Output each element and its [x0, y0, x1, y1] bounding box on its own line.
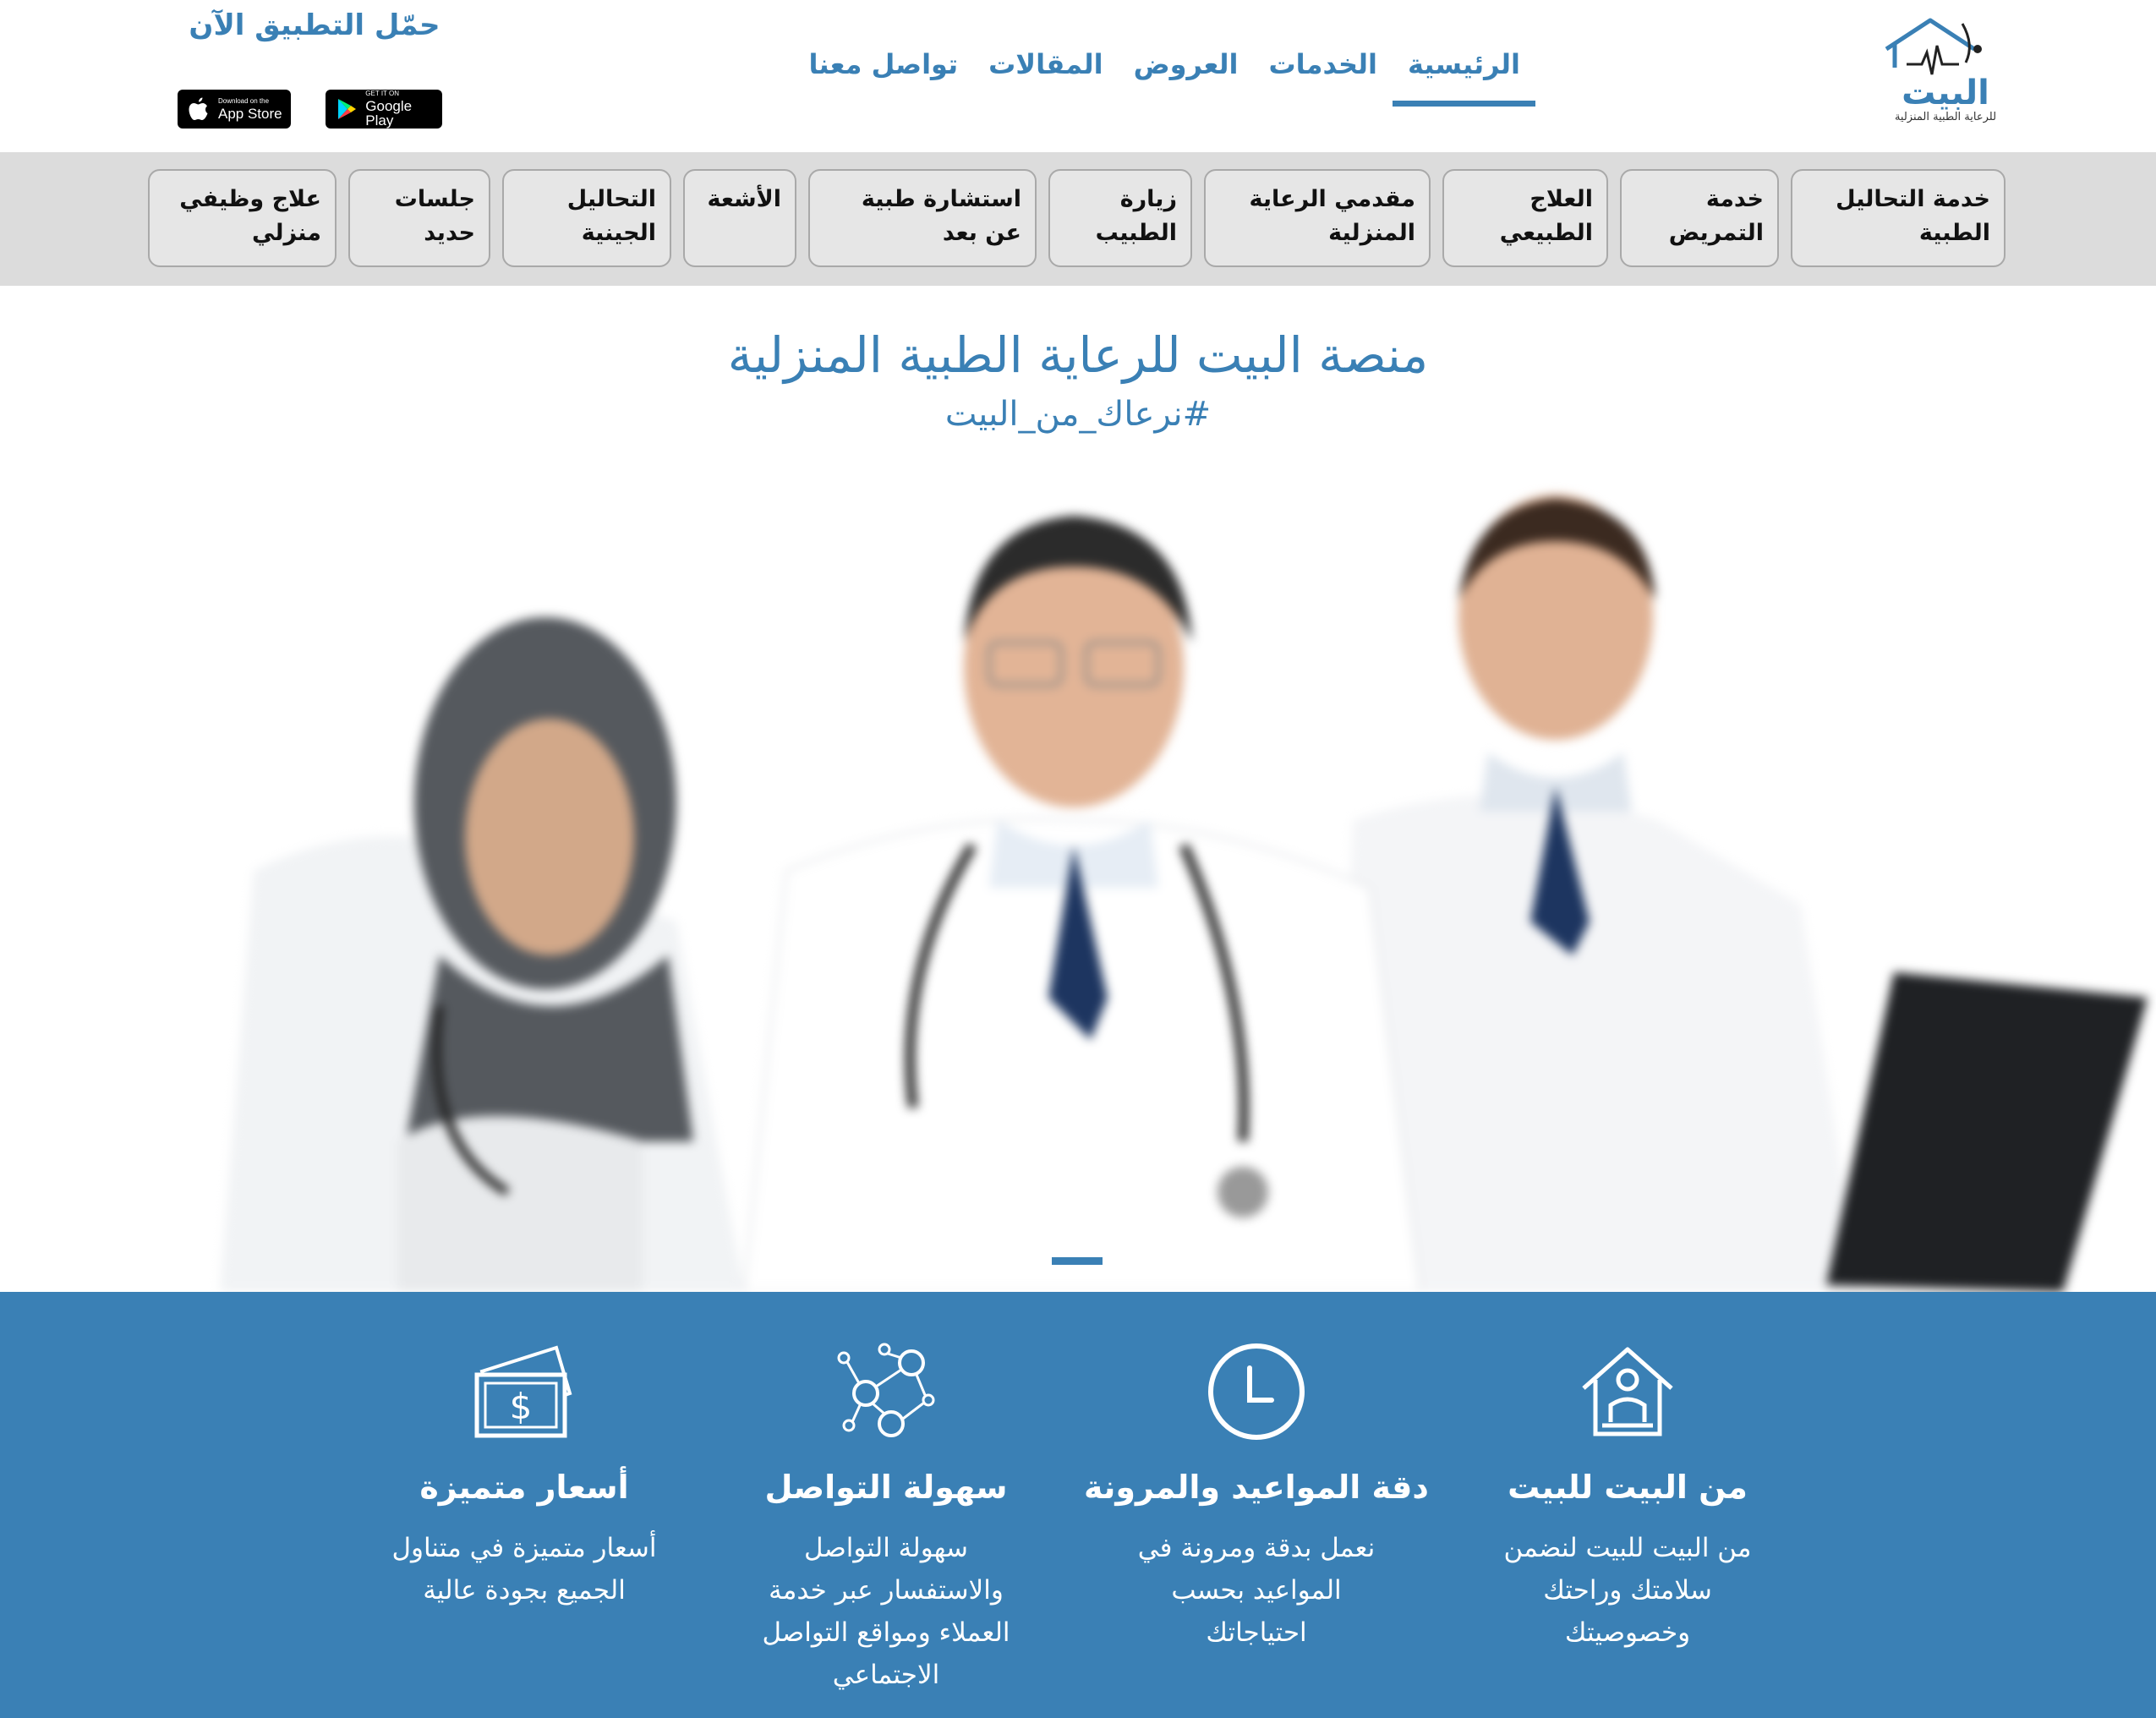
network-people-icon — [837, 1343, 935, 1437]
app-store-small: Download on the — [218, 96, 270, 105]
logo-name: البيت — [1902, 74, 1989, 112]
service-label: استشارة طبية — [861, 186, 1021, 212]
clock-icon — [1208, 1343, 1305, 1440]
feature-line: سهولة التواصل — [803, 1533, 969, 1563]
feature-description: سهولة التواصل والاستفسار عبر خدمة العملا… — [742, 1527, 1030, 1696]
hero-title: منصة البيت للرعاية الطبية المنزلية — [727, 326, 1429, 384]
house-person-icon — [1582, 1347, 1673, 1436]
google-play-small: GET IT ON — [365, 90, 400, 97]
feature-line: نعمل بدقة ومرونة في — [1137, 1533, 1376, 1563]
service-label: حديد — [424, 220, 475, 246]
feature-line: الجميع بجودة عالية — [423, 1575, 626, 1606]
services-bar: خدمة التحاليل الطبية خدمة التمريض العلاج… — [0, 152, 2156, 286]
service-label: خدمة — [1705, 186, 1764, 212]
service-label: عن بعد — [942, 220, 1021, 246]
feature-line: من البيت للبيت لنضمن — [1503, 1533, 1752, 1563]
google-play-label: Google Play — [365, 98, 413, 129]
feature-description: من البيت للبيت لنضمن سلامتك وراحتك وخصوص… — [1501, 1527, 1754, 1654]
service-iron-sessions[interactable]: جلسات حديد — [348, 169, 490, 267]
service-label: خدمة التحاليل — [1836, 186, 1990, 212]
main-nav: الرئيسية الخدمات العروض المقالات تواصل م… — [786, 47, 1535, 107]
service-label: زيارة — [1119, 186, 1177, 212]
service-label: جلسات — [394, 186, 475, 212]
service-label: منزلي — [252, 220, 321, 246]
service-lab-tests[interactable]: خدمة التحاليل الطبية — [1791, 169, 2006, 267]
house-stethoscope-icon — [1885, 18, 1982, 75]
doctor-female — [220, 617, 744, 1292]
slider-indicator[interactable] — [1052, 1257, 1103, 1265]
service-label: الطبية — [1918, 220, 1990, 246]
svg-text:$: $ — [510, 1386, 533, 1427]
logo-subtitle: للرعاية الطبية المنزلية — [1894, 111, 1997, 123]
nav-articles[interactable]: المقالات — [987, 47, 1104, 107]
nav-services[interactable]: الخدمات — [1267, 47, 1379, 107]
service-occupational-therapy[interactable]: علاج وظيفي منزلي — [148, 169, 337, 267]
service-label: العلاج — [1529, 186, 1593, 212]
feature-line: سلامتك وراحتك — [1543, 1575, 1712, 1606]
service-label: مقدمي الرعاية — [1249, 186, 1415, 212]
feature-line: احتياجاتك — [1206, 1617, 1307, 1648]
hero-hashtag: #نرعاك_من_البيت — [944, 395, 1212, 434]
feature-title: من البيت للبيت — [1508, 1469, 1748, 1506]
service-label: علاج وظيفي — [179, 186, 321, 212]
feature-title: دقة المواعيد والمرونة — [1084, 1469, 1429, 1506]
service-physiotherapy[interactable]: العلاج الطبيعي — [1442, 169, 1608, 267]
site-logo[interactable]: البيت للرعاية الطبية المنزلية — [1873, 15, 2018, 134]
app-store-button[interactable]: Download on the App Store — [178, 90, 291, 129]
service-label: التحاليل — [566, 186, 656, 212]
service-genetic-tests[interactable]: التحاليل الجينية — [502, 169, 671, 267]
service-remote-consultation[interactable]: استشارة طبية عن بعد — [808, 169, 1037, 267]
service-label: الأشعة — [707, 186, 781, 212]
service-nursing[interactable]: خدمة التمريض — [1620, 169, 1779, 267]
feature-line: والاستفسار عبر خدمة — [769, 1575, 1004, 1606]
service-label: الطبيب — [1095, 220, 1177, 246]
apple-icon — [184, 95, 213, 123]
service-radiology[interactable]: الأشعة — [683, 169, 796, 267]
nav-home[interactable]: الرئيسية — [1393, 47, 1535, 107]
service-home-caregivers[interactable]: مقدمي الرعاية المنزلية — [1204, 169, 1431, 267]
feature-line: الاجتماعي — [832, 1660, 940, 1690]
hero-doctors-image — [0, 448, 2156, 1292]
nav-contact[interactable]: تواصل معنا — [807, 47, 960, 107]
service-label: التمريض — [1668, 220, 1764, 246]
feature-description: نعمل بدقة ومرونة في المواعيد بحسب احتياج… — [1130, 1527, 1383, 1654]
google-play-button[interactable]: GET IT ON Google Play — [326, 90, 442, 129]
app-store-label: App Store — [218, 105, 282, 122]
feature-title: أسعار متميزة — [419, 1469, 629, 1506]
feature-line: المواعيد بحسب — [1171, 1575, 1342, 1606]
service-label: الجينية — [581, 220, 656, 246]
download-app-title: حمّل التطبيق الآن — [189, 8, 441, 42]
feature-title: سهولة التواصل — [764, 1469, 1008, 1506]
service-doctor-visit[interactable]: زيارة الطبيب — [1048, 169, 1192, 267]
feature-description: أسعار متميزة في متناول الجميع بجودة عالي… — [372, 1527, 676, 1611]
service-label: المنزلية — [1328, 220, 1415, 246]
feature-line: وخصوصيتك — [1564, 1617, 1691, 1648]
feature-line: العملاء ومواقع التواصل — [762, 1617, 1010, 1648]
site-header: البيت للرعاية الطبية المنزلية الرئيسية ا… — [0, 0, 2156, 152]
features-section: من البيت للبيت من البيت للبيت لنضمن سلام… — [0, 1292, 2156, 1718]
doctor-male-right — [1336, 495, 2148, 1292]
feature-line: أسعار متميزة في متناول — [391, 1533, 657, 1563]
service-label: الطبيعي — [1499, 220, 1593, 246]
nav-offers[interactable]: العروض — [1132, 47, 1240, 107]
doctor-male-center — [742, 516, 1422, 1292]
google-play-icon — [332, 95, 360, 123]
money-icon: $ — [474, 1345, 572, 1438]
